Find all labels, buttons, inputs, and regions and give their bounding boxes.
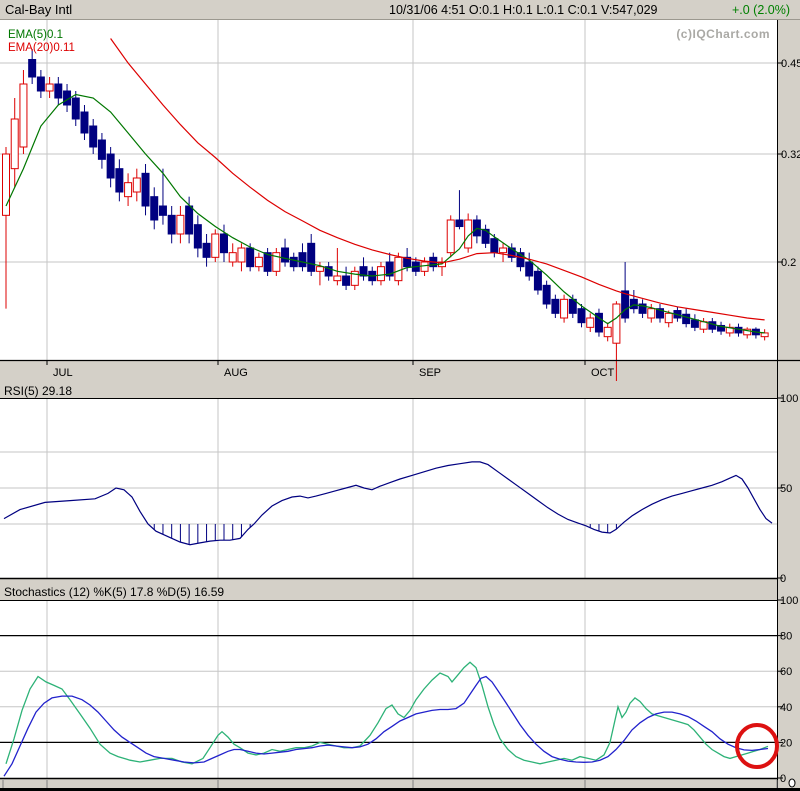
- ema20-label: EMA(20)0.11: [8, 42, 75, 54]
- iqchart-watermark: (c)IQChart.com: [676, 27, 770, 41]
- rsi-panel-label: RSI(5) 29.18: [4, 384, 72, 398]
- chart-canvas[interactable]: 0.45 0.32 0.2 JUL AUG SEP OCT 100 50 0 100 80 60 40 20…: [0, 0, 800, 791]
- rsi-axis-label: 100: [780, 393, 798, 405]
- stoch-axis-label: 0: [780, 773, 786, 785]
- month-label: JUL: [53, 367, 73, 379]
- rsi-axis-label: 0: [780, 573, 786, 585]
- price-axis-label: 0.32: [781, 149, 800, 161]
- stoch-axis-label: 60: [780, 666, 792, 678]
- month-label: SEP: [419, 367, 441, 379]
- month-label: AUG: [224, 367, 248, 379]
- iqchart-window: Cal-Bay Intl 10/31/06 4:51 O:0.1 H:0.1 L…: [0, 0, 800, 791]
- rsi-axis-label: 50: [780, 483, 792, 495]
- ema5-label: EMA(5)0.1: [8, 29, 63, 41]
- price-axis-label: 0.2: [781, 257, 796, 269]
- scrollbar-thumb[interactable]: [789, 779, 795, 787]
- price-axis-label: 0.45: [781, 58, 800, 70]
- stochastics-panel-label: Stochastics (12) %K(5) 17.8 %D(5) 16.59: [4, 585, 224, 599]
- stoch-axis-label: 80: [780, 631, 792, 643]
- stoch-axis-label: 20: [780, 737, 792, 749]
- stoch-axis-label: 100: [780, 595, 798, 607]
- stoch-axis-label: 40: [780, 702, 792, 714]
- month-label: OCT: [591, 367, 615, 379]
- bottom-scrollbar[interactable]: [0, 779, 800, 791]
